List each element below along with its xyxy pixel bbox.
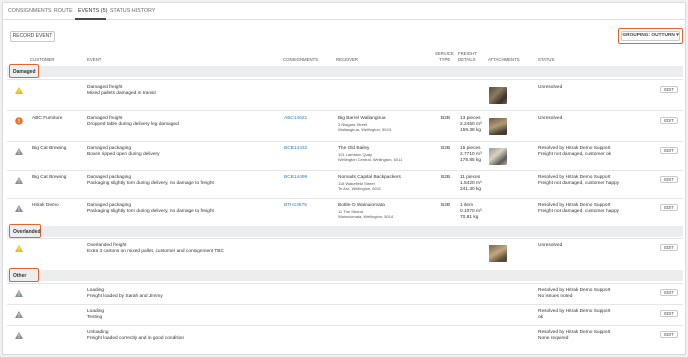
- receiver-address-line2: Wallangirua, Wellington, 5024: [338, 127, 391, 132]
- table-row[interactable]: Unloading Freight loaded correctly and i…: [7, 325, 683, 347]
- table-row[interactable]: ABC Furniture Damaged freight Dropped ta…: [7, 110, 683, 141]
- status-note: Freight not damaged, customer happy: [538, 181, 620, 186]
- grouping-dropdown[interactable]: GROUPING: OUTTURN ▾: [621, 31, 680, 41]
- event-description: Extra 3 cartons on mixed pallet, custome…: [87, 249, 224, 254]
- event-description: Testing: [87, 315, 103, 320]
- column-header-freight-line2[interactable]: DETAILS: [458, 57, 476, 62]
- group-label-other: Other: [13, 273, 27, 279]
- edit-button[interactable]: EDIT: [660, 289, 678, 296]
- status-note: None required: [538, 336, 569, 341]
- freight-weight: 159.38 kg: [460, 128, 482, 133]
- alert-circle-icon: [15, 117, 23, 127]
- column-header-status[interactable]: STATUS: [538, 57, 554, 62]
- event-description: Mixed pallets damaged in transit: [87, 91, 156, 96]
- customer-name: Big Cat Brewing: [32, 175, 67, 180]
- column-header-customer[interactable]: CUSTOMER: [30, 57, 55, 62]
- group-label-damaged: Damaged: [13, 69, 36, 75]
- tab-bar: CONSIGNMENTS ROUTE EVENTS (5) STATUS HIS…: [3, 3, 685, 20]
- warning-icon: [15, 87, 23, 96]
- edit-button[interactable]: EDIT: [660, 147, 678, 154]
- photo-icon[interactable]: [489, 118, 507, 135]
- consignment-link[interactable]: BCB14499: [284, 175, 307, 181]
- event-description: Dropped table during delivery leg damage…: [87, 122, 179, 127]
- table-row[interactable]: Loading Freight loaded by Sarah and Jimm…: [7, 283, 683, 304]
- group-header-other: [7, 270, 683, 281]
- photo-icon[interactable]: [489, 87, 507, 104]
- freight-weight: 70.81 kg: [460, 215, 479, 220]
- table-row[interactable]: Big Cat Brewing Damaged packaging Boxes …: [7, 141, 683, 170]
- edit-button[interactable]: EDIT: [660, 204, 678, 211]
- events-panel: CONSIGNMENTS ROUTE EVENTS (5) STATUS HIS…: [2, 2, 686, 355]
- customer-name: Big Cat Brewing: [32, 146, 67, 151]
- event-description: Freight loaded by Sarah and Jimmy: [87, 294, 163, 299]
- event-description: Packaging slightly torn during delivery,…: [87, 209, 214, 214]
- edit-button[interactable]: EDIT: [660, 310, 678, 317]
- freight-weight: 178.85 kg: [460, 158, 482, 163]
- photo-icon[interactable]: [489, 245, 507, 262]
- info-icon: [15, 290, 23, 299]
- group-header-damaged: [7, 66, 683, 77]
- edit-button[interactable]: EDIT: [660, 86, 678, 93]
- warning-icon: [15, 245, 23, 254]
- customer-name: ABC Furniture: [32, 116, 63, 121]
- table-row[interactable]: Overlanded freight Extra 3 cartons on mi…: [7, 238, 683, 266]
- status-note: ok: [538, 315, 544, 320]
- event-description: Boxes ripped open during delivery: [87, 152, 160, 157]
- status-resolved-by: Resolved by Hitrak Demo Support: [538, 309, 611, 314]
- receiver-address-line2: Te Aro, Wellington, 6011: [338, 186, 381, 191]
- info-icon: [15, 177, 23, 186]
- group-header-overlanded: [7, 226, 683, 237]
- status-note: Freight not damaged, customer ok: [538, 152, 612, 157]
- column-header-event[interactable]: EVENT: [87, 57, 101, 62]
- info-icon: [15, 205, 23, 214]
- info-icon: [15, 332, 23, 341]
- table-row[interactable]: Hitrak Demo Damaged packaging Packaging …: [7, 198, 683, 226]
- event-description: Freight loaded correctly and in good con…: [87, 336, 185, 341]
- receiver-address-line2: Wellington Central, Wellington, 6011: [338, 157, 403, 162]
- status-text: Unresolved: [538, 85, 563, 90]
- service-type: B2B: [441, 116, 451, 121]
- consignment-link[interactable]: BTH14875: [284, 203, 307, 209]
- tab-status-history[interactable]: STATUS HISTORY: [110, 8, 155, 14]
- event-description: Packaging slightly torn during delivery,…: [87, 181, 214, 186]
- consignment-link[interactable]: BCB14432: [284, 146, 307, 152]
- record-event-button[interactable]: RECORD EVENT: [10, 31, 55, 42]
- column-header-consignments[interactable]: CONSIGNMENTS: [283, 57, 318, 62]
- edit-button[interactable]: EDIT: [660, 244, 678, 251]
- service-type: B2B: [441, 203, 451, 208]
- receiver-address-line2: Wainuiomata, Wellington, 5014: [338, 214, 394, 219]
- group-label-overlanded: Overlanded: [13, 229, 41, 235]
- service-type: B2B: [441, 175, 451, 180]
- edit-button[interactable]: EDIT: [660, 117, 678, 124]
- edit-button[interactable]: EDIT: [660, 331, 678, 338]
- column-header-service-type-line2[interactable]: TYPE: [439, 57, 450, 62]
- status-note: Freight not damaged, customer happy: [538, 209, 620, 214]
- freight-weight: 241.30 kg: [460, 187, 482, 192]
- column-header-receiver[interactable]: RECEIVER: [336, 57, 358, 62]
- status-text: Unresolved: [538, 243, 563, 248]
- customer-name: Hitrak Demo: [32, 203, 59, 208]
- table-row[interactable]: Big Cat Brewing Damaged packaging Packag…: [7, 170, 683, 198]
- table-row[interactable]: Loading Testing Resolved by Hitrak Demo …: [7, 304, 683, 325]
- tab-route[interactable]: ROUTE: [54, 8, 73, 14]
- edit-button[interactable]: EDIT: [660, 176, 678, 183]
- photo-icon[interactable]: [489, 148, 507, 165]
- column-header-freight-line1[interactable]: FREIGHT: [458, 51, 477, 56]
- column-header-service-type-line1[interactable]: SERVICE: [435, 51, 454, 56]
- column-header-attachments[interactable]: ATTACHMENTS: [488, 57, 520, 62]
- active-tab-indicator: [75, 18, 106, 20]
- service-type: B2B: [441, 146, 451, 151]
- table-row[interactable]: Damaged freight Mixed pallets damaged in…: [7, 79, 683, 110]
- tab-consignments[interactable]: CONSIGNMENTS: [8, 8, 52, 14]
- info-icon: [15, 148, 23, 157]
- status-note: No issues noted: [538, 294, 573, 299]
- status-text: Unresolved: [538, 116, 563, 121]
- info-icon: [15, 311, 23, 320]
- consignment-link[interactable]: ABC14621: [284, 116, 307, 122]
- tab-events[interactable]: EVENTS (5): [78, 8, 108, 14]
